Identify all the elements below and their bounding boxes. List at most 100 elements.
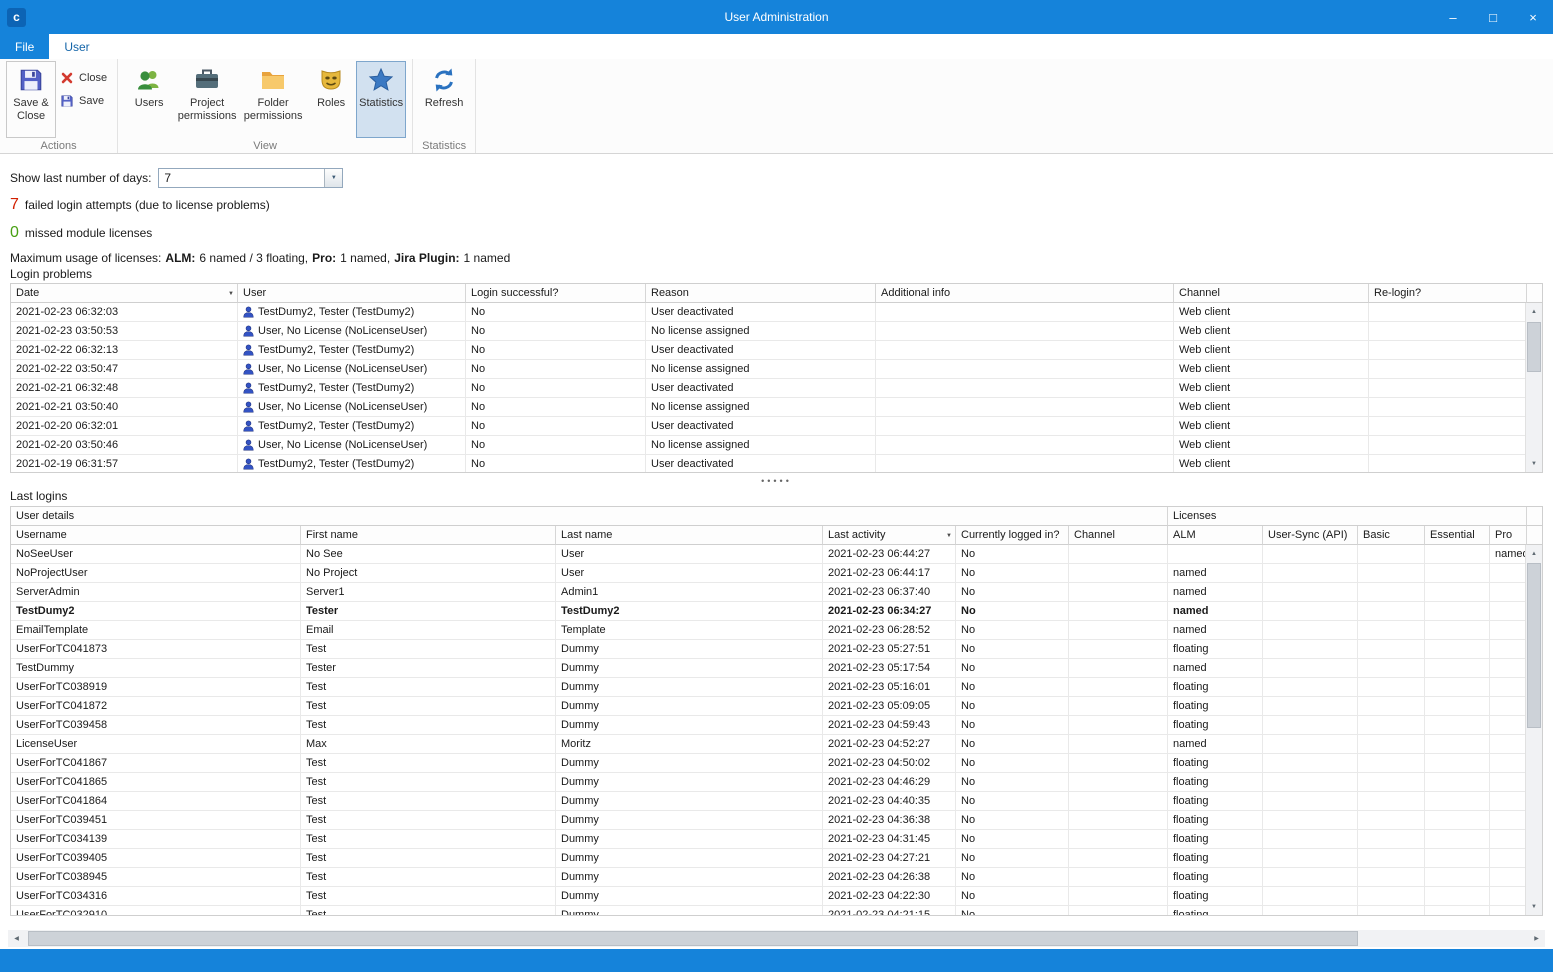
cell-alm: floating bbox=[1168, 640, 1263, 659]
minimize-button[interactable]: – bbox=[1433, 0, 1473, 34]
cell-text: UserForTC041864 bbox=[16, 795, 107, 807]
column-header-sync[interactable]: User-Sync (API) bbox=[1263, 526, 1358, 545]
tab-user[interactable]: User bbox=[49, 34, 104, 59]
column-header-channel[interactable]: Channel bbox=[1069, 526, 1168, 545]
tab-file[interactable]: File bbox=[0, 34, 49, 59]
table-row[interactable]: UserForTC041867TestDummy2021-02-23 04:50… bbox=[11, 754, 1542, 773]
save-and-close-button[interactable]: Save & Close bbox=[6, 61, 56, 138]
table-row[interactable]: UserForTC039405TestDummy2021-02-23 04:27… bbox=[11, 849, 1542, 868]
refresh-button[interactable]: Refresh bbox=[419, 61, 469, 138]
table-row[interactable]: UserForTC039458TestDummy2021-02-23 04:59… bbox=[11, 716, 1542, 735]
cell-alm: named bbox=[1168, 621, 1263, 640]
column-header-username[interactable]: Username bbox=[11, 526, 301, 545]
days-combobox[interactable]: 7 ▼ bbox=[158, 168, 343, 188]
table-row[interactable]: 2021-02-20 03:50:46User, No License (NoL… bbox=[11, 436, 1542, 455]
scrollbar-thumb[interactable] bbox=[1527, 322, 1541, 372]
statistics-button[interactable]: Statistics bbox=[356, 61, 406, 138]
table-row[interactable]: NoProjectUserNo ProjectUser2021-02-23 06… bbox=[11, 564, 1542, 583]
column-header-last[interactable]: Last name bbox=[556, 526, 823, 545]
column-header-date[interactable]: Date▼ bbox=[11, 284, 238, 303]
project-permissions-button[interactable]: Project permissions bbox=[174, 61, 240, 138]
scroll-down-icon[interactable]: ▼ bbox=[1526, 455, 1542, 472]
cell-basic bbox=[1358, 868, 1425, 887]
scroll-down-icon[interactable]: ▼ bbox=[1526, 898, 1542, 915]
column-header-activity[interactable]: Last activity▼ bbox=[823, 526, 956, 545]
sort-filter-icon[interactable]: ▼ bbox=[946, 533, 952, 539]
save-button[interactable]: Save bbox=[60, 94, 107, 108]
cell-username: TestDumy2 bbox=[11, 602, 301, 621]
table-row[interactable]: 2021-02-21 03:50:40User, No License (NoL… bbox=[11, 398, 1542, 417]
cell-text: UserForTC034316 bbox=[16, 890, 107, 902]
cell-basic bbox=[1358, 849, 1425, 868]
sort-filter-icon[interactable]: ▼ bbox=[228, 291, 234, 297]
table-row[interactable]: NoSeeUserNo SeeUser2021-02-23 06:44:27No… bbox=[11, 545, 1542, 564]
splitter-handle[interactable]: ••••• bbox=[0, 476, 1553, 488]
column-header-basic[interactable]: Basic bbox=[1358, 526, 1425, 545]
last-logins-vscrollbar[interactable]: ▲ ▼ bbox=[1525, 545, 1542, 915]
table-row[interactable]: 2021-02-19 06:31:57TestDumy2, Tester (Te… bbox=[11, 455, 1542, 473]
combobox-dropdown-icon[interactable]: ▼ bbox=[324, 169, 342, 187]
scroll-right-icon[interactable]: ▶ bbox=[1528, 930, 1545, 947]
hscrollbar-thumb[interactable] bbox=[28, 931, 1358, 946]
login-problems-vscrollbar[interactable]: ▲ ▼ bbox=[1525, 303, 1542, 472]
horizontal-scrollbar[interactable]: ◀ ▶ bbox=[8, 930, 1545, 947]
maximize-button[interactable]: □ bbox=[1473, 0, 1513, 34]
close-window-button[interactable]: × bbox=[1513, 0, 1553, 34]
scroll-up-icon[interactable]: ▲ bbox=[1526, 545, 1542, 562]
column-header-first[interactable]: First name bbox=[301, 526, 556, 545]
table-row[interactable]: UserForTC039451TestDummy2021-02-23 04:36… bbox=[11, 811, 1542, 830]
table-row[interactable]: LicenseUserMaxMoritz2021-02-23 04:52:27N… bbox=[11, 735, 1542, 754]
scroll-up-icon[interactable]: ▲ bbox=[1526, 303, 1542, 320]
column-header-info[interactable]: Additional info bbox=[876, 284, 1174, 303]
column-header-alm[interactable]: ALM bbox=[1168, 526, 1263, 545]
cell-text: Test bbox=[306, 795, 326, 807]
table-row[interactable]: 2021-02-22 06:32:13TestDumy2, Tester (Te… bbox=[11, 341, 1542, 360]
user-icon bbox=[243, 401, 254, 413]
cell-username: UserForTC032910 bbox=[11, 906, 301, 916]
table-row[interactable]: UserForTC041872TestDummy2021-02-23 05:09… bbox=[11, 697, 1542, 716]
scroll-left-icon[interactable]: ◀ bbox=[8, 930, 25, 947]
table-row[interactable]: UserForTC041865TestDummy2021-02-23 04:46… bbox=[11, 773, 1542, 792]
user-icon bbox=[243, 420, 254, 432]
column-header-channel[interactable]: Channel bbox=[1174, 284, 1369, 303]
table-row[interactable]: TestDummyTesterDummy2021-02-23 05:17:54N… bbox=[11, 659, 1542, 678]
table-row[interactable]: EmailTemplateEmailTemplate2021-02-23 06:… bbox=[11, 621, 1542, 640]
cell-text: UserForTC032910 bbox=[16, 909, 107, 916]
app-icon[interactable]: c bbox=[7, 8, 26, 27]
close-button[interactable]: Close bbox=[60, 71, 107, 85]
table-row[interactable]: 2021-02-22 03:50:47User, No License (NoL… bbox=[11, 360, 1542, 379]
project-permissions-label: Project permissions bbox=[177, 97, 237, 123]
cell-activity: 2021-02-23 04:21:15 bbox=[823, 906, 956, 916]
folder-permissions-button[interactable]: Folder permissions bbox=[240, 61, 306, 138]
cell-text: Server1 bbox=[306, 586, 345, 598]
column-header-relogin[interactable]: Re-login? bbox=[1369, 284, 1527, 303]
table-row[interactable]: UserForTC034316TestDummy2021-02-23 04:22… bbox=[11, 887, 1542, 906]
column-header-user[interactable]: User bbox=[238, 284, 466, 303]
cell-logged: No bbox=[956, 716, 1069, 735]
table-row[interactable]: 2021-02-23 06:32:03TestDumy2, Tester (Te… bbox=[11, 303, 1542, 322]
column-header-label: Additional info bbox=[881, 287, 950, 299]
column-header-pro[interactable]: Pro bbox=[1490, 526, 1527, 545]
table-row[interactable]: UserForTC038945TestDummy2021-02-23 04:26… bbox=[11, 868, 1542, 887]
users-button[interactable]: Users bbox=[124, 61, 174, 138]
column-header-success[interactable]: Login successful? bbox=[466, 284, 646, 303]
table-row[interactable]: UserForTC032910TestDummy2021-02-23 04:21… bbox=[11, 906, 1542, 916]
table-row[interactable]: UserForTC041873TestDummy2021-02-23 05:27… bbox=[11, 640, 1542, 659]
table-row[interactable]: UserForTC041864TestDummy2021-02-23 04:40… bbox=[11, 792, 1542, 811]
scrollbar-thumb[interactable] bbox=[1527, 563, 1541, 728]
table-row[interactable]: 2021-02-20 06:32:01TestDumy2, Tester (Te… bbox=[11, 417, 1542, 436]
column-header-label: User bbox=[243, 287, 266, 299]
table-row[interactable]: ServerAdminServer1Admin12021-02-23 06:37… bbox=[11, 583, 1542, 602]
cell-last: Template bbox=[556, 621, 823, 640]
column-header-logged[interactable]: Currently logged in? bbox=[956, 526, 1069, 545]
column-header-essential[interactable]: Essential bbox=[1425, 526, 1490, 545]
table-row[interactable]: 2021-02-21 06:32:48TestDumy2, Tester (Te… bbox=[11, 379, 1542, 398]
cell-text: Test bbox=[306, 776, 326, 788]
roles-button[interactable]: Roles bbox=[306, 61, 356, 138]
cell-text: Web client bbox=[1179, 325, 1230, 337]
table-row[interactable]: 2021-02-23 03:50:53User, No License (NoL… bbox=[11, 322, 1542, 341]
table-row[interactable]: UserForTC034139TestDummy2021-02-23 04:31… bbox=[11, 830, 1542, 849]
table-row[interactable]: UserForTC038919TestDummy2021-02-23 05:16… bbox=[11, 678, 1542, 697]
table-row[interactable]: TestDumy2TesterTestDumy22021-02-23 06:34… bbox=[11, 602, 1542, 621]
column-header-reason[interactable]: Reason bbox=[646, 284, 876, 303]
